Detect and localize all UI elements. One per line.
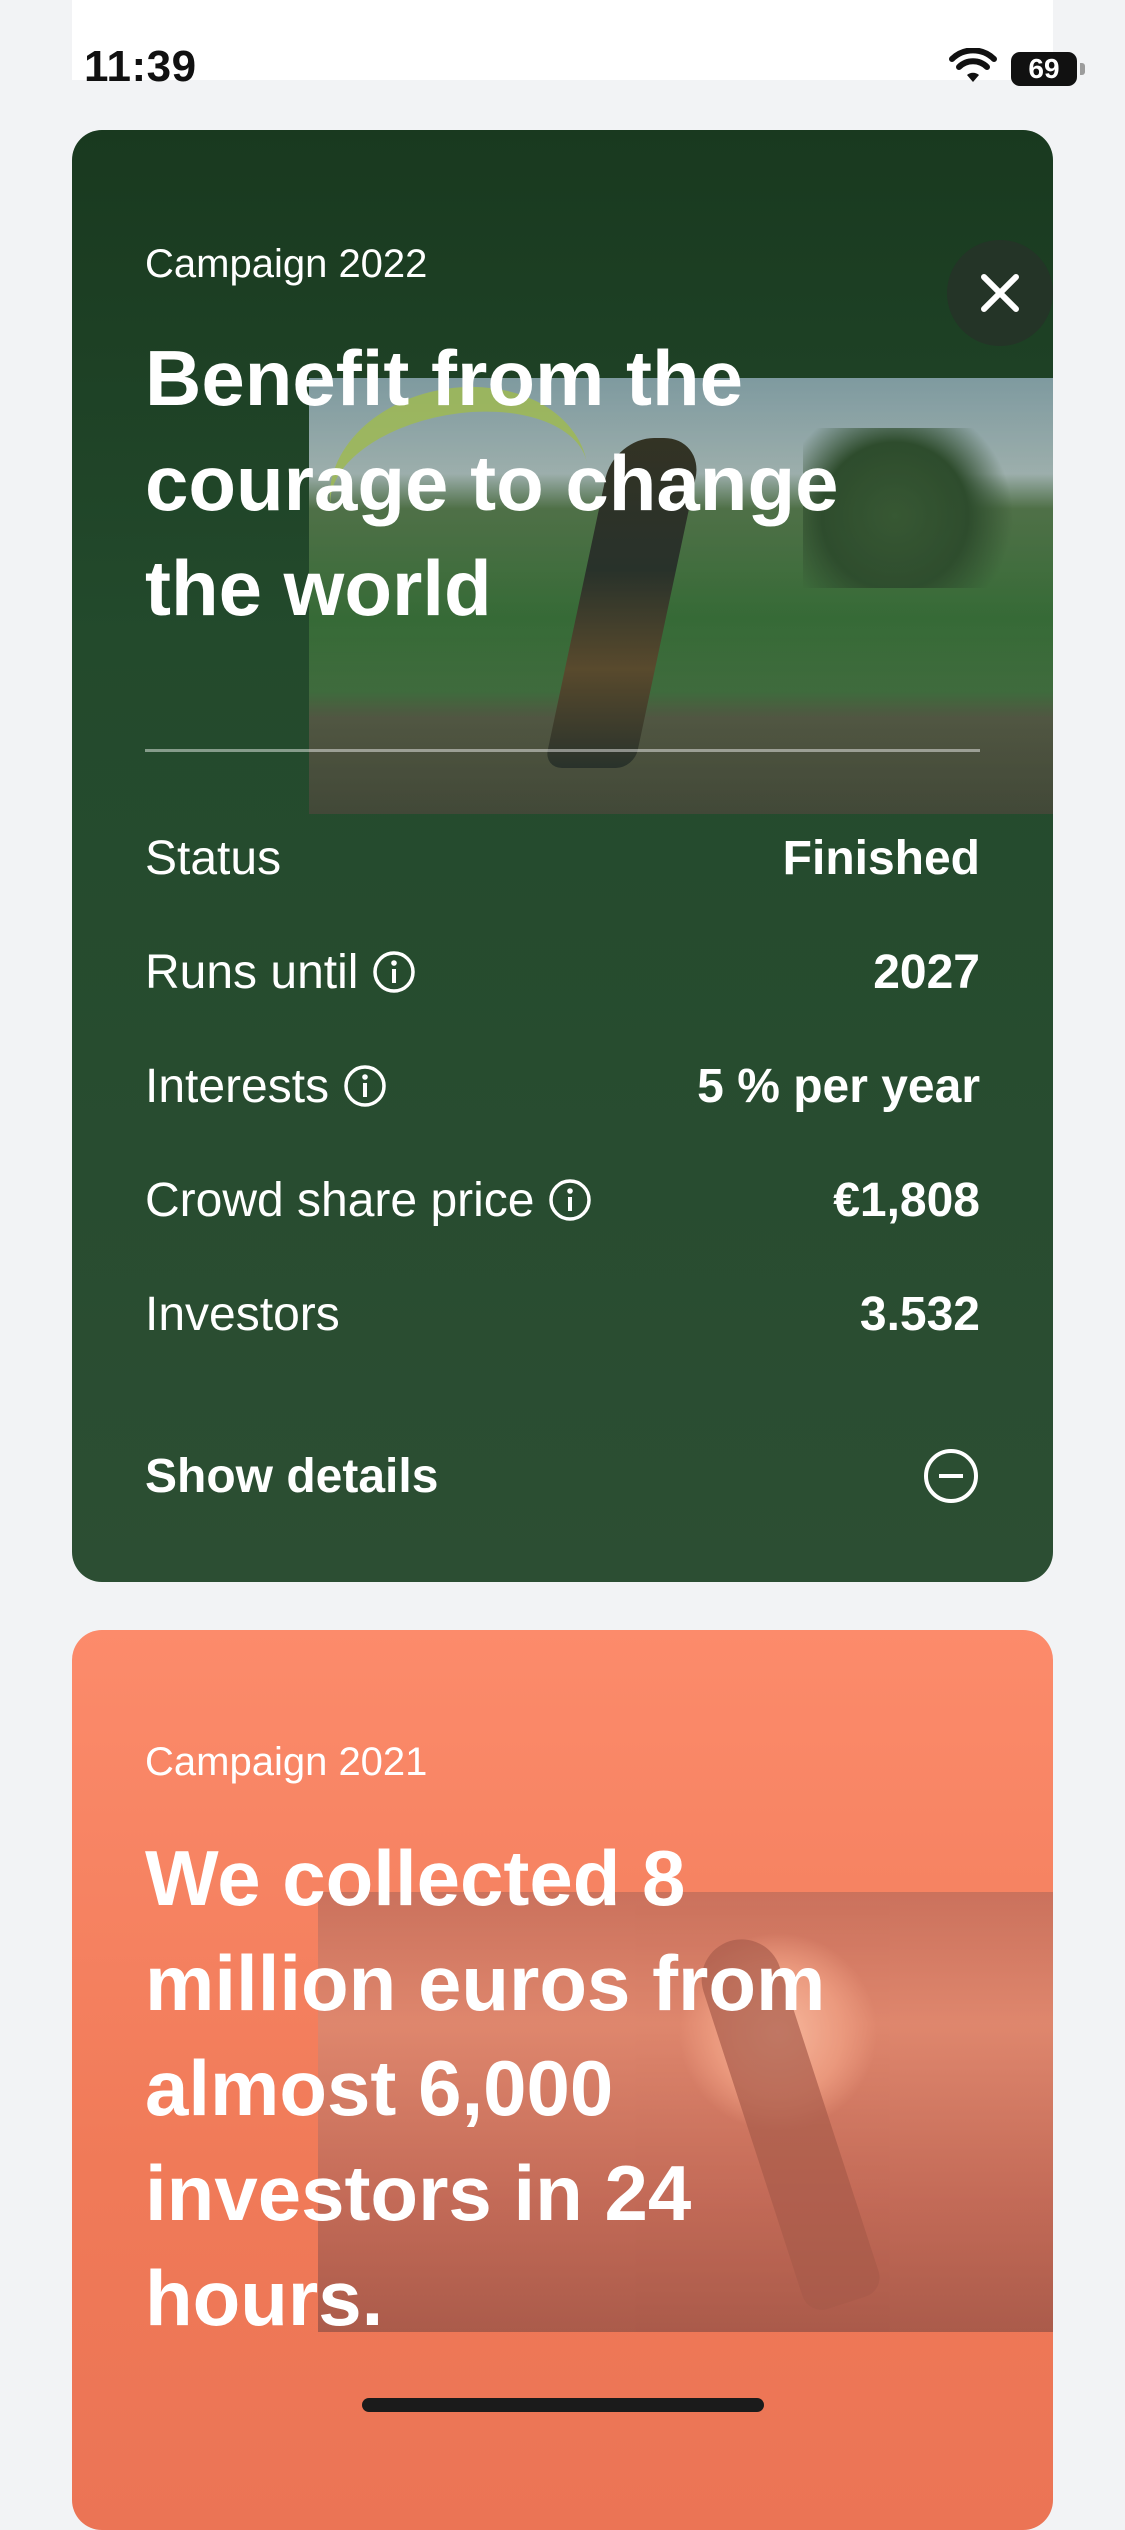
divider — [145, 749, 980, 752]
show-details-toggle[interactable]: Show details — [145, 1436, 980, 1516]
row-label: Crowd share price — [145, 1173, 535, 1227]
row-runs-until: Runs until 2027 — [145, 932, 980, 1012]
wifi-icon — [949, 48, 997, 82]
home-indicator — [362, 2398, 764, 2412]
row-label: Status — [145, 831, 282, 885]
campaign-2022-card: Campaign 2022 Benefit from the courage t… — [72, 130, 1053, 1582]
campaign-2022-eyebrow: Campaign 2022 — [145, 242, 428, 286]
row-value: €1,808 — [833, 1173, 980, 1227]
row-value: Finished — [782, 831, 980, 885]
row-interests: Interests 5 % per year — [145, 1046, 980, 1126]
status-bar: 11:39 69 — [72, 0, 1085, 91]
battery-icon: 69 — [1011, 52, 1085, 86]
minus-circle-icon — [924, 1449, 978, 1503]
row-label: Interests — [145, 1059, 330, 1113]
row-crowd-share-price: Crowd share price €1,808 — [145, 1160, 980, 1240]
status-time: 11:39 — [84, 42, 197, 91]
campaign-2022-headline: Benefit from the courage to change the w… — [145, 334, 839, 632]
row-label: Investors — [145, 1287, 340, 1341]
row-value: 2027 — [873, 945, 980, 999]
show-details-label: Show details — [145, 1449, 439, 1503]
campaign-2021-card[interactable]: Campaign 2021 We collected 8 million eur… — [72, 1630, 1053, 2530]
row-investors: Investors 3.532 — [145, 1274, 980, 1354]
campaign-2021-eyebrow: Campaign 2021 — [145, 1740, 428, 1784]
close-icon — [981, 274, 1019, 312]
campaign-2021-headline: We collected 8 million euros from almost… — [145, 1834, 826, 2342]
info-icon[interactable] — [343, 1064, 387, 1108]
close-button[interactable] — [947, 240, 1053, 346]
row-value: 3.532 — [859, 1287, 980, 1341]
info-icon[interactable] — [548, 1178, 592, 1222]
info-icon[interactable] — [372, 950, 416, 994]
row-status: Status Finished — [145, 818, 980, 898]
row-label: Runs until — [145, 945, 359, 999]
row-value: 5 % per year — [697, 1059, 980, 1113]
